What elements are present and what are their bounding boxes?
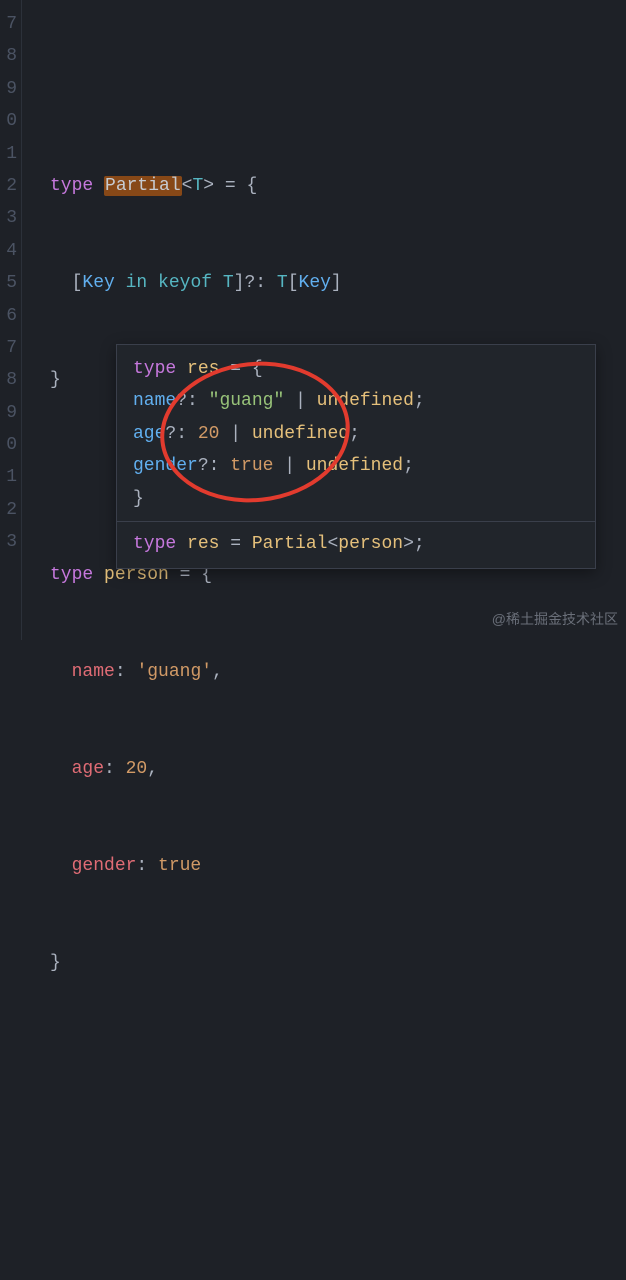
watermark-text: @稀土掘金技术社区 (492, 607, 618, 632)
code-line: age: 20, (50, 753, 626, 785)
code-line: type Partial<T> = { (50, 170, 626, 202)
code-line: } (50, 947, 626, 979)
line-number-gutter: 7 8 9 0 1 2 3 4 5 6 7 8 9 0 1 2 3 (0, 0, 22, 640)
type-name-partial: Partial (104, 176, 182, 196)
code-line: gender: true (50, 850, 626, 882)
code-line: name: 'guang', (50, 656, 626, 688)
type-info-tooltip: type res = { name?: "guang" | undefined;… (116, 344, 596, 569)
code-line: [Key in keyof T]?: T[Key] (50, 267, 626, 299)
